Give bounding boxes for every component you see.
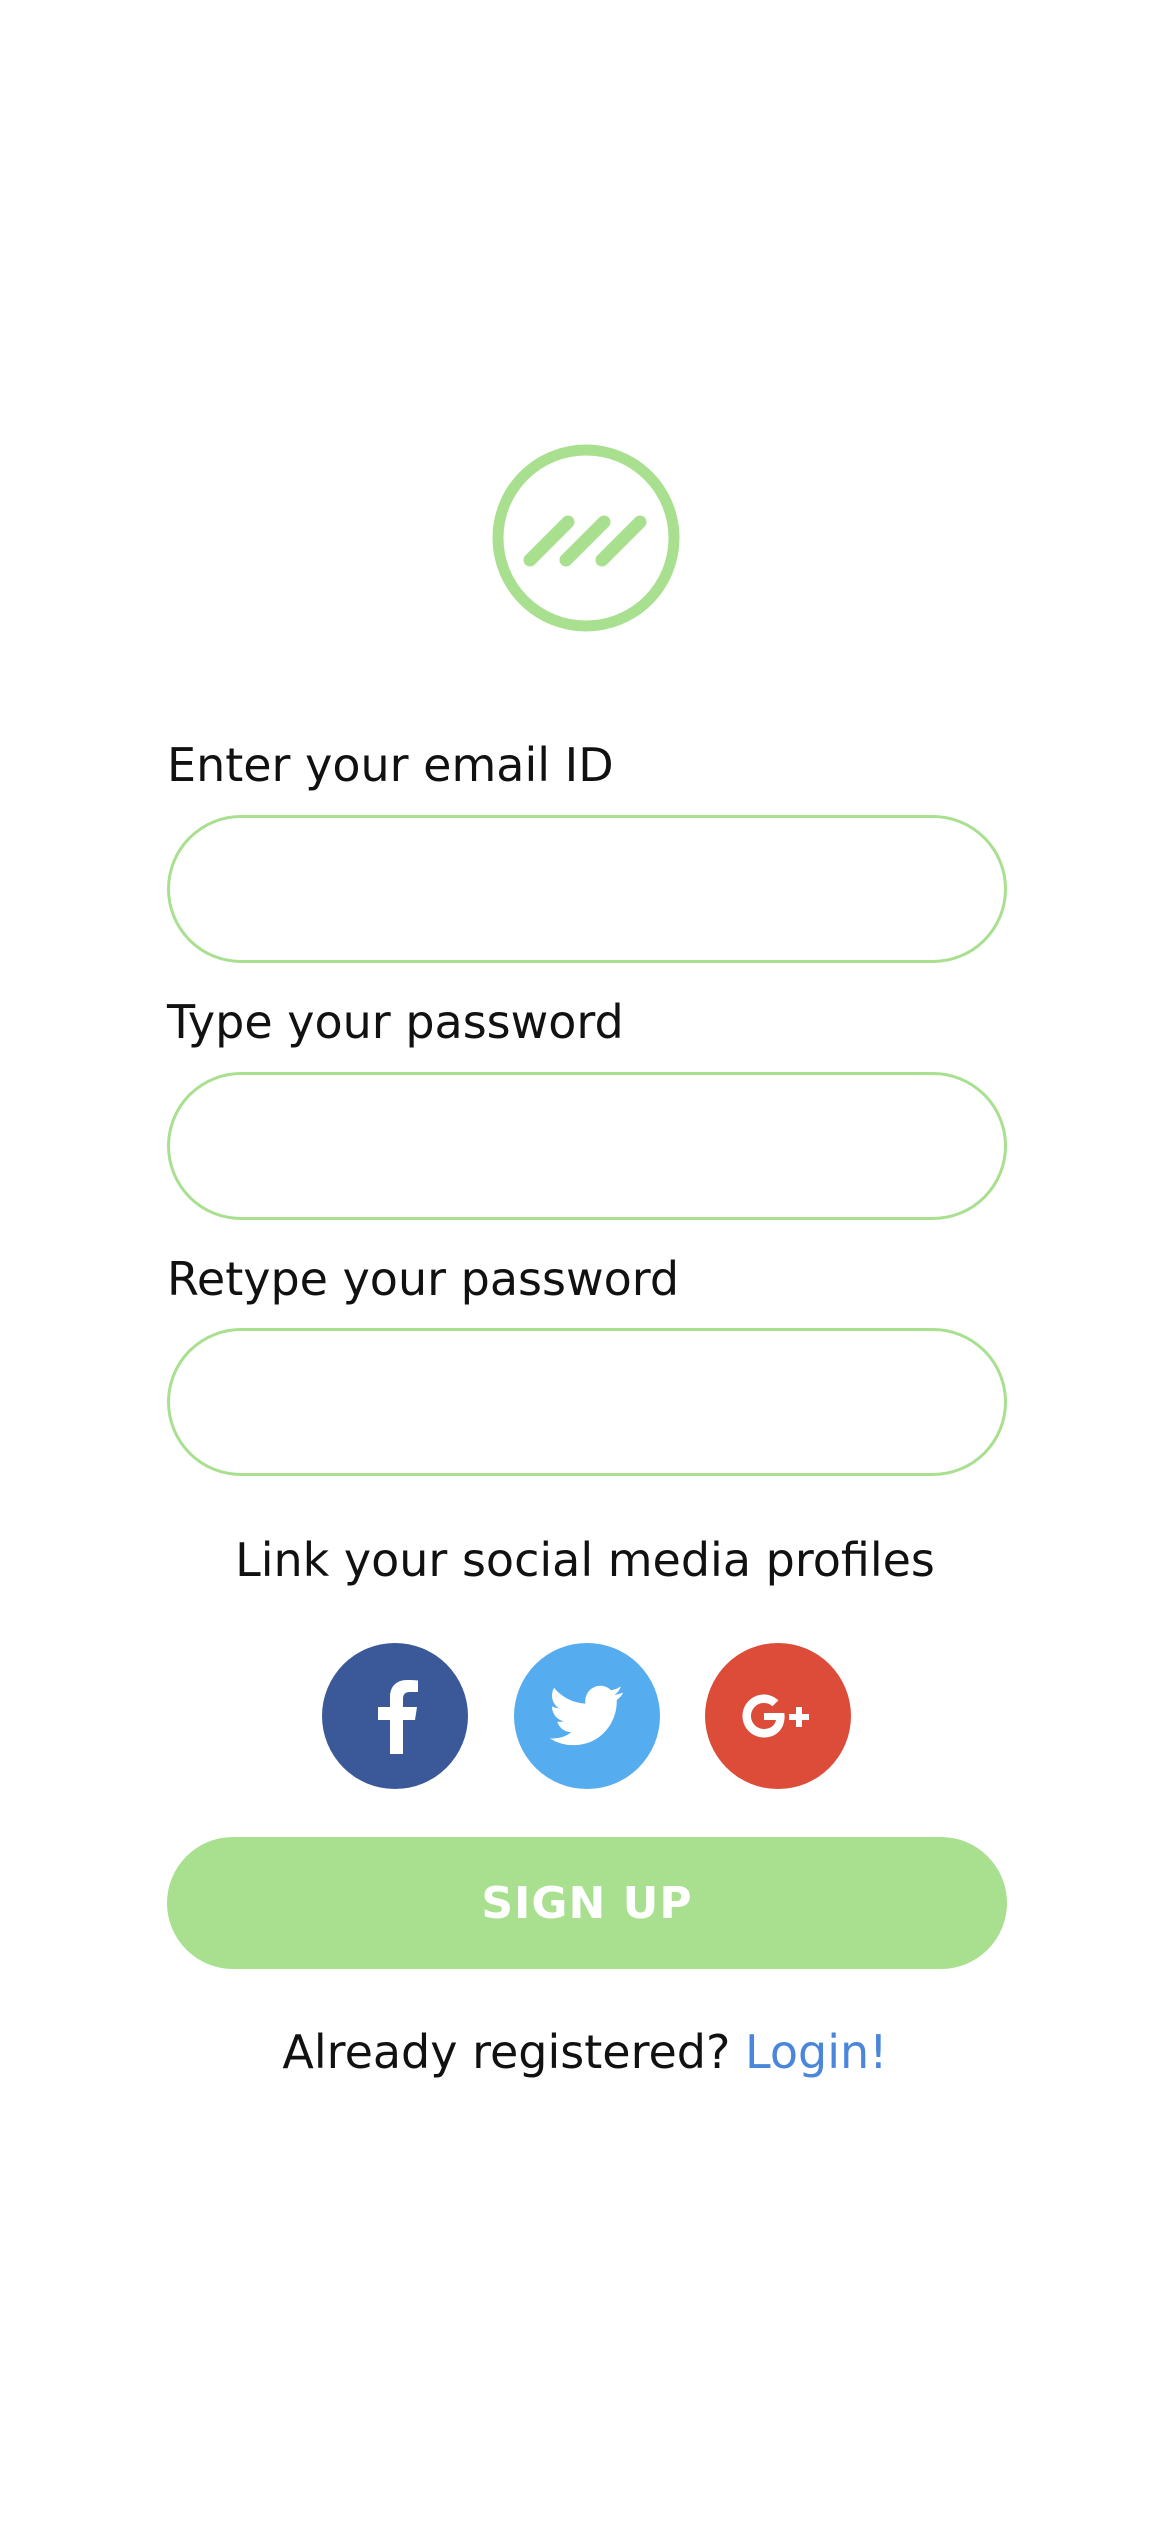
email-field[interactable] — [167, 815, 1007, 963]
retype-password-field[interactable] — [167, 1328, 1007, 1476]
google-plus-button[interactable] — [705, 1643, 851, 1789]
password-field[interactable] — [167, 1072, 1007, 1220]
login-link[interactable]: Login! — [745, 2025, 888, 2079]
twitter-icon — [549, 1685, 623, 1746]
password-label: Type your password — [167, 995, 624, 1049]
login-prompt-text: Already registered? — [282, 2025, 746, 2079]
social-title: Link your social media profiles — [235, 1533, 935, 1587]
google-plus-icon — [742, 1694, 809, 1738]
email-label: Enter your email ID — [167, 738, 614, 792]
login-prompt: Already registered? Login! — [0, 2024, 1170, 2080]
twitter-button[interactable] — [514, 1643, 660, 1789]
retype-password-label: Retype your password — [167, 1252, 680, 1306]
sign-up-button[interactable]: SIGN UP — [167, 1837, 1007, 1969]
facebook-button[interactable] — [322, 1643, 468, 1789]
app-logo — [490, 442, 682, 634]
logo-icon — [492, 444, 680, 632]
facebook-icon — [378, 1680, 418, 1754]
